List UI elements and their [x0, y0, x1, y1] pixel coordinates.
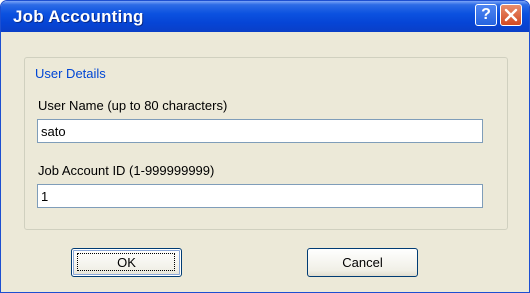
cancel-label: Cancel — [342, 255, 383, 270]
user-name-label: User Name (up to 80 characters) — [38, 98, 228, 113]
job-accounting-dialog: Job Accounting ? User Details User Name … — [0, 0, 530, 293]
group-title: User Details — [33, 66, 108, 81]
close-icon — [504, 8, 518, 22]
help-button[interactable]: ? — [475, 4, 497, 26]
title-bar[interactable]: Job Accounting ? — [1, 1, 529, 32]
ok-button[interactable]: OK — [71, 248, 182, 277]
dialog-title: Job Accounting — [13, 7, 144, 26]
cancel-button[interactable]: Cancel — [307, 248, 418, 277]
dialog-body: User Details User Name (up to 80 charact… — [5, 32, 525, 290]
ok-label: OK — [117, 255, 136, 270]
help-icon: ? — [481, 6, 491, 23]
job-account-label: Job Account ID (1-999999999) — [38, 163, 215, 178]
job-account-input[interactable] — [37, 184, 483, 208]
user-name-input[interactable] — [37, 119, 483, 143]
close-button[interactable] — [500, 4, 522, 26]
